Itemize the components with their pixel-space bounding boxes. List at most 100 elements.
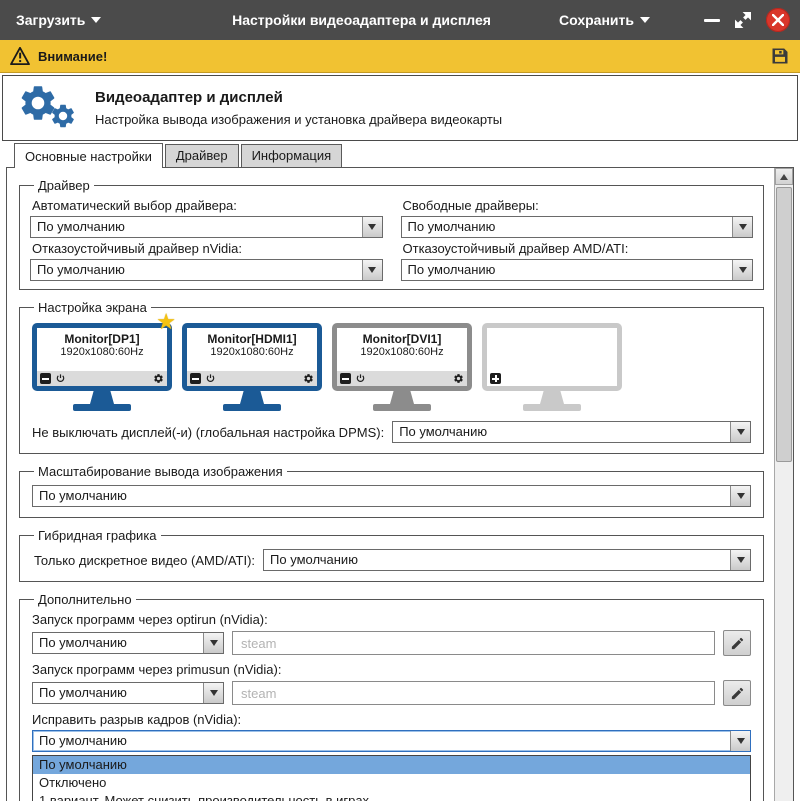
failsafe-amd-label: Отказоустойчивый драйвер AMD/ATI: xyxy=(403,241,754,256)
tab-info[interactable]: Информация xyxy=(241,144,343,167)
scrollbar-track[interactable] xyxy=(775,185,793,801)
page-title: Видеоадаптер и дисплей xyxy=(95,89,502,106)
optirun-edit-button[interactable] xyxy=(723,630,751,656)
tearfix-combobox[interactable]: По умолчанию xyxy=(32,730,751,752)
load-menu-button[interactable]: Загрузить xyxy=(10,8,107,32)
chevron-down-icon xyxy=(210,690,218,696)
monitor-power-icon[interactable] xyxy=(55,373,66,384)
tab-driver[interactable]: Драйвер xyxy=(165,144,239,167)
failsafe-amd-combobox[interactable]: По умолчанию xyxy=(401,259,754,281)
save-file-button[interactable] xyxy=(770,46,790,66)
chevron-down-icon xyxy=(737,738,745,744)
floppy-save-icon xyxy=(770,46,790,66)
content-panel: Драйвер Автоматический выбор драйвера: П… xyxy=(6,167,794,801)
failsafe-nvidia-combobox[interactable]: По умолчанию xyxy=(30,259,383,281)
menu-icon[interactable] xyxy=(670,13,690,27)
optirun-combobox[interactable]: По умолчанию xyxy=(32,632,224,654)
tearfix-label: Исправить разрыв кадров (nVidia): xyxy=(32,712,753,727)
combo-dropdown-button[interactable] xyxy=(362,260,382,280)
scrollbar-thumb[interactable] xyxy=(776,187,792,462)
vertical-scrollbar[interactable] xyxy=(774,168,793,801)
close-icon xyxy=(772,14,784,26)
minimize-icon xyxy=(704,19,720,22)
expand-icon xyxy=(734,11,752,29)
maximize-button[interactable] xyxy=(734,11,752,29)
monitor-remove-icon[interactable] xyxy=(340,373,351,384)
close-button[interactable] xyxy=(766,8,790,32)
scaling-section-legend: Масштабирование вывода изображения xyxy=(34,464,287,479)
monitor-settings-icon[interactable] xyxy=(303,373,314,384)
chevron-down-icon xyxy=(368,224,376,230)
window-title: Настройки видеоадаптера и дисплея xyxy=(170,12,553,28)
load-menu-label: Загрузить xyxy=(16,12,85,28)
pencil-icon xyxy=(730,686,745,701)
auto-driver-label: Автоматический выбор драйвера: xyxy=(32,198,383,213)
driver-section: Драйвер Автоматический выбор драйвера: П… xyxy=(19,178,764,290)
free-drivers-label: Свободные драйверы: xyxy=(403,198,754,213)
combo-dropdown-button[interactable] xyxy=(730,731,750,751)
failsafe-nvidia-label: Отказоустойчивый драйвер nVidia: xyxy=(32,241,383,256)
monitor-dvi1[interactable]: Monitor[DVI1] 1920x1080:60Hz xyxy=(332,323,472,411)
driver-section-legend: Драйвер xyxy=(34,178,94,193)
dropdown-option-disabled[interactable]: Отключено xyxy=(33,774,750,792)
auto-driver-combobox[interactable]: По умолчанию xyxy=(30,216,383,238)
monitor-power-icon[interactable] xyxy=(355,373,366,384)
monitor-remove-icon[interactable] xyxy=(190,373,201,384)
save-menu-button[interactable]: Сохранить xyxy=(553,8,656,32)
primusun-combobox[interactable]: По умолчанию xyxy=(32,682,224,704)
primary-star-icon: ★ xyxy=(156,310,176,335)
free-drivers-combobox[interactable]: По умолчанию xyxy=(401,216,754,238)
screen-section: Настройка экрана ★ Monitor[DP1] 1920x108… xyxy=(19,300,764,454)
monitor-remove-icon[interactable] xyxy=(40,373,51,384)
dropdown-option-variant1[interactable]: 1 вариант. Может снизить производительно… xyxy=(33,792,750,801)
tab-main-settings[interactable]: Основные настройки xyxy=(14,143,163,168)
combo-dropdown-button[interactable] xyxy=(732,260,752,280)
chevron-down-icon xyxy=(737,557,745,563)
chevron-down-icon xyxy=(640,17,650,23)
chevron-down-icon xyxy=(737,429,745,435)
monitor-hdmi1[interactable]: Monitor[HDMI1] 1920x1080:60Hz xyxy=(182,323,322,411)
scaling-section: Масштабирование вывода изображения По ум… xyxy=(19,464,764,518)
hybrid-section-legend: Гибридная графика xyxy=(34,528,161,543)
dpms-label: Не выключать дисплей(-и) (глобальная нас… xyxy=(32,425,384,440)
combo-dropdown-button[interactable] xyxy=(730,422,750,442)
monitor-settings-icon[interactable] xyxy=(153,373,164,384)
discrete-video-combobox[interactable]: По умолчанию xyxy=(263,549,751,571)
optirun-label: Запуск программ через optirun (nVidia): xyxy=(32,612,753,627)
combo-dropdown-button[interactable] xyxy=(730,550,750,570)
primusun-program-input[interactable] xyxy=(232,681,715,705)
combo-dropdown-button[interactable] xyxy=(362,217,382,237)
pencil-icon xyxy=(730,636,745,651)
page-subtitle: Настройка вывода изображения и установка… xyxy=(95,112,502,127)
monitor-add-icon[interactable] xyxy=(490,373,501,384)
chevron-down-icon xyxy=(210,640,218,646)
advanced-section-legend: Дополнительно xyxy=(34,592,136,607)
combo-dropdown-button[interactable] xyxy=(730,486,750,506)
scroll-up-button[interactable] xyxy=(775,168,793,185)
chevron-down-icon xyxy=(91,17,101,23)
chevron-down-icon xyxy=(739,267,747,273)
scaling-combobox[interactable]: По умолчанию xyxy=(32,485,751,507)
tab-bar: Основные настройки Драйвер Информация xyxy=(0,141,800,167)
combo-dropdown-button[interactable] xyxy=(203,683,223,703)
monitor-power-icon[interactable] xyxy=(205,373,216,384)
combo-dropdown-button[interactable] xyxy=(203,633,223,653)
minimize-button[interactable] xyxy=(704,19,720,22)
tearfix-dropdown-list: По умолчанию Отключено 1 вариант. Может … xyxy=(32,755,751,801)
advanced-section: Дополнительно Запуск программ через opti… xyxy=(19,592,764,801)
dpms-combobox[interactable]: По умолчанию xyxy=(392,421,751,443)
primusun-label: Запуск программ через primusun (nVidia): xyxy=(32,662,753,677)
warning-icon xyxy=(10,47,30,65)
chevron-down-icon xyxy=(739,224,747,230)
monitor-add-slot[interactable] xyxy=(482,323,622,411)
arrow-up-icon xyxy=(780,174,788,180)
combo-dropdown-button[interactable] xyxy=(732,217,752,237)
optirun-program-input[interactable] xyxy=(232,631,715,655)
save-menu-label: Сохранить xyxy=(559,12,634,28)
monitor-settings-icon[interactable] xyxy=(453,373,464,384)
chevron-down-icon xyxy=(737,493,745,499)
titlebar: Загрузить Настройки видеоадаптера и дисп… xyxy=(0,0,800,40)
primusun-edit-button[interactable] xyxy=(723,680,751,706)
monitor-dp1[interactable]: ★ Monitor[DP1] 1920x1080:60Hz xyxy=(32,323,172,411)
dropdown-option-default[interactable]: По умолчанию xyxy=(33,756,750,774)
